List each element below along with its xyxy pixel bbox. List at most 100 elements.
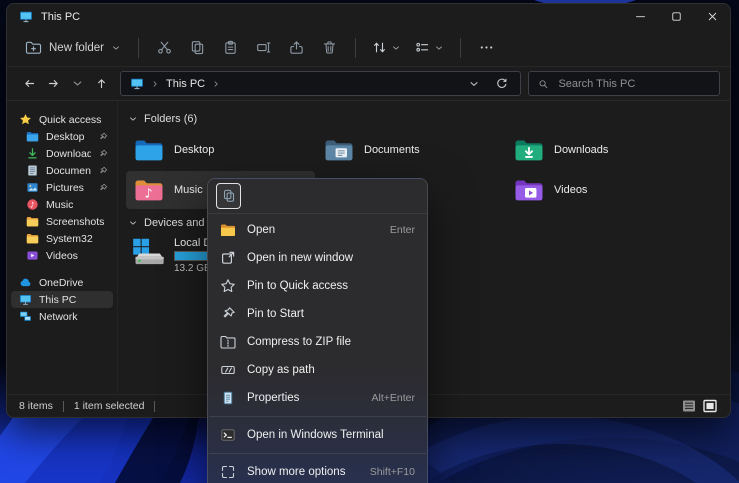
- sidebar-item-videos[interactable]: Videos: [11, 247, 113, 264]
- toolbar-delete-button[interactable]: [313, 34, 346, 62]
- refresh-button[interactable]: [491, 75, 511, 93]
- menu-item-open-terminal[interactable]: Open in Windows Terminal: [208, 421, 427, 449]
- folders-section-label: Folders (6): [144, 113, 197, 125]
- title-bar[interactable]: This PC: [7, 4, 730, 29]
- details-view-button[interactable]: [681, 398, 697, 414]
- new-folder-button[interactable]: New folder: [17, 36, 129, 59]
- see-more-button[interactable]: [470, 34, 503, 62]
- minimize-button[interactable]: [622, 4, 658, 29]
- fl-videos-icon: [514, 178, 544, 202]
- navigation-row: This PC: [7, 67, 730, 101]
- sb-cloud-icon: [19, 276, 32, 289]
- share-icon: [289, 40, 304, 55]
- forward-button[interactable]: [41, 72, 65, 96]
- fl-desktop-icon: [134, 138, 164, 162]
- pin-icon: [98, 149, 108, 159]
- sb-network-icon: [19, 310, 32, 323]
- search-box[interactable]: [528, 71, 720, 96]
- sb-download-icon: [26, 147, 39, 160]
- new-folder-label: New folder: [49, 42, 104, 54]
- sidebar-item-quick-access[interactable]: Quick access: [11, 111, 113, 128]
- new-folder-icon: [25, 40, 42, 55]
- folders-section-header[interactable]: Folders (6): [128, 111, 730, 127]
- menu-separator: [209, 416, 426, 417]
- chevron-down-icon: [391, 43, 401, 53]
- collapse-icon: [128, 114, 138, 124]
- sidebar-item-this-pc[interactable]: This PC: [11, 291, 113, 308]
- status-divider: [154, 401, 155, 412]
- folder-tile-downloads[interactable]: Downloads: [506, 131, 695, 169]
- this-pc-icon: [19, 10, 33, 23]
- sb-monitor-icon: [19, 293, 32, 306]
- menu-item-pin-quick-access[interactable]: Pin to Quick access: [208, 272, 427, 300]
- m-pin-icon: [220, 306, 236, 322]
- search-input[interactable]: [556, 77, 710, 91]
- copy-icon: [190, 40, 205, 55]
- view-button[interactable]: [408, 40, 451, 55]
- copy-quick-action[interactable]: [216, 183, 241, 209]
- menu-item-copy-as-path[interactable]: Copy as path: [208, 356, 427, 384]
- sb-document-icon: [26, 164, 39, 177]
- back-button[interactable]: [17, 72, 41, 96]
- chevron-right-icon: [212, 80, 220, 88]
- svg-text:♪: ♪: [30, 200, 35, 209]
- collapse-icon: [128, 218, 138, 228]
- sidebar-item-pictures[interactable]: Pictures: [11, 179, 113, 196]
- sidebar-item-music[interactable]: ♪ Music: [11, 196, 113, 213]
- sidebar-item-desktop[interactable]: Desktop: [11, 128, 113, 145]
- toolbar-copy-button[interactable]: [181, 34, 214, 62]
- context-menu-items: Open Enter Open in new window Pin to Qui…: [208, 214, 427, 483]
- copy-icon: [223, 189, 235, 203]
- sb-video-icon: [26, 249, 39, 262]
- file-action-group: [148, 34, 346, 62]
- up-button[interactable]: [89, 72, 113, 96]
- sb-folder-icon: [26, 232, 39, 245]
- menu-item-pin-start[interactable]: Pin to Start: [208, 300, 427, 328]
- address-bar[interactable]: This PC: [120, 71, 521, 96]
- toolbar-cut-button[interactable]: [148, 34, 181, 62]
- menu-item-properties[interactable]: Properties Alt+Enter: [208, 384, 427, 412]
- sidebar-item-screenshots[interactable]: Screenshots: [11, 213, 113, 230]
- local-disk-icon: [130, 237, 166, 267]
- fl-downloads-icon: [514, 138, 544, 162]
- sidebar-item-onedrive[interactable]: OneDrive: [11, 274, 113, 291]
- view-list-icon: [415, 40, 430, 55]
- items-count: 8 items: [19, 400, 53, 412]
- toolbar-divider: [138, 38, 139, 58]
- folder-tile-desktop[interactable]: Desktop: [126, 131, 315, 169]
- view-toggle-group: [681, 398, 718, 414]
- folder-tile-documents[interactable]: Documents: [316, 131, 505, 169]
- toolbar-paste-button[interactable]: [214, 34, 247, 62]
- m-newwin-icon: [220, 250, 236, 266]
- svg-text:♪: ♪: [145, 185, 153, 200]
- navigation-pane: Quick access Desktop Downloads Documents: [7, 101, 118, 394]
- rename-icon: [256, 40, 271, 55]
- sidebar-item-downloads[interactable]: Downloads: [11, 145, 113, 162]
- sidebar-item-documents[interactable]: Documents: [11, 162, 113, 179]
- address-dropdown-button[interactable]: [464, 75, 484, 93]
- menu-item-open-new-window[interactable]: Open in new window: [208, 244, 427, 272]
- context-menu-quick-actions: [208, 179, 427, 214]
- window-controls: [622, 4, 730, 29]
- search-icon: [538, 78, 548, 90]
- m-zip-icon: [220, 334, 236, 350]
- chevron-right-icon: [151, 80, 159, 88]
- menu-item-show-more[interactable]: Show more options Shift+F10: [208, 458, 427, 483]
- sidebar-item-system32[interactable]: System32: [11, 230, 113, 247]
- menu-item-compress-zip[interactable]: Compress to ZIP file: [208, 328, 427, 356]
- toolbar-rename-button[interactable]: [247, 34, 280, 62]
- maximize-button[interactable]: [658, 4, 694, 29]
- menu-item-open[interactable]: Open Enter: [208, 216, 427, 244]
- breadcrumb[interactable]: This PC: [166, 78, 205, 90]
- chevron-down-icon: [434, 43, 444, 53]
- chevron-down-icon: [111, 43, 121, 53]
- toolbar-share-button[interactable]: [280, 34, 313, 62]
- recent-locations-button[interactable]: [65, 72, 89, 96]
- sidebar-item-network[interactable]: Network: [11, 308, 113, 325]
- folder-tile-videos[interactable]: Videos: [506, 171, 695, 209]
- thumbnail-view-button[interactable]: [702, 398, 718, 414]
- close-button[interactable]: [694, 4, 730, 29]
- sort-button[interactable]: [365, 40, 408, 55]
- star-icon: [19, 113, 32, 126]
- toolbar-divider: [355, 38, 356, 58]
